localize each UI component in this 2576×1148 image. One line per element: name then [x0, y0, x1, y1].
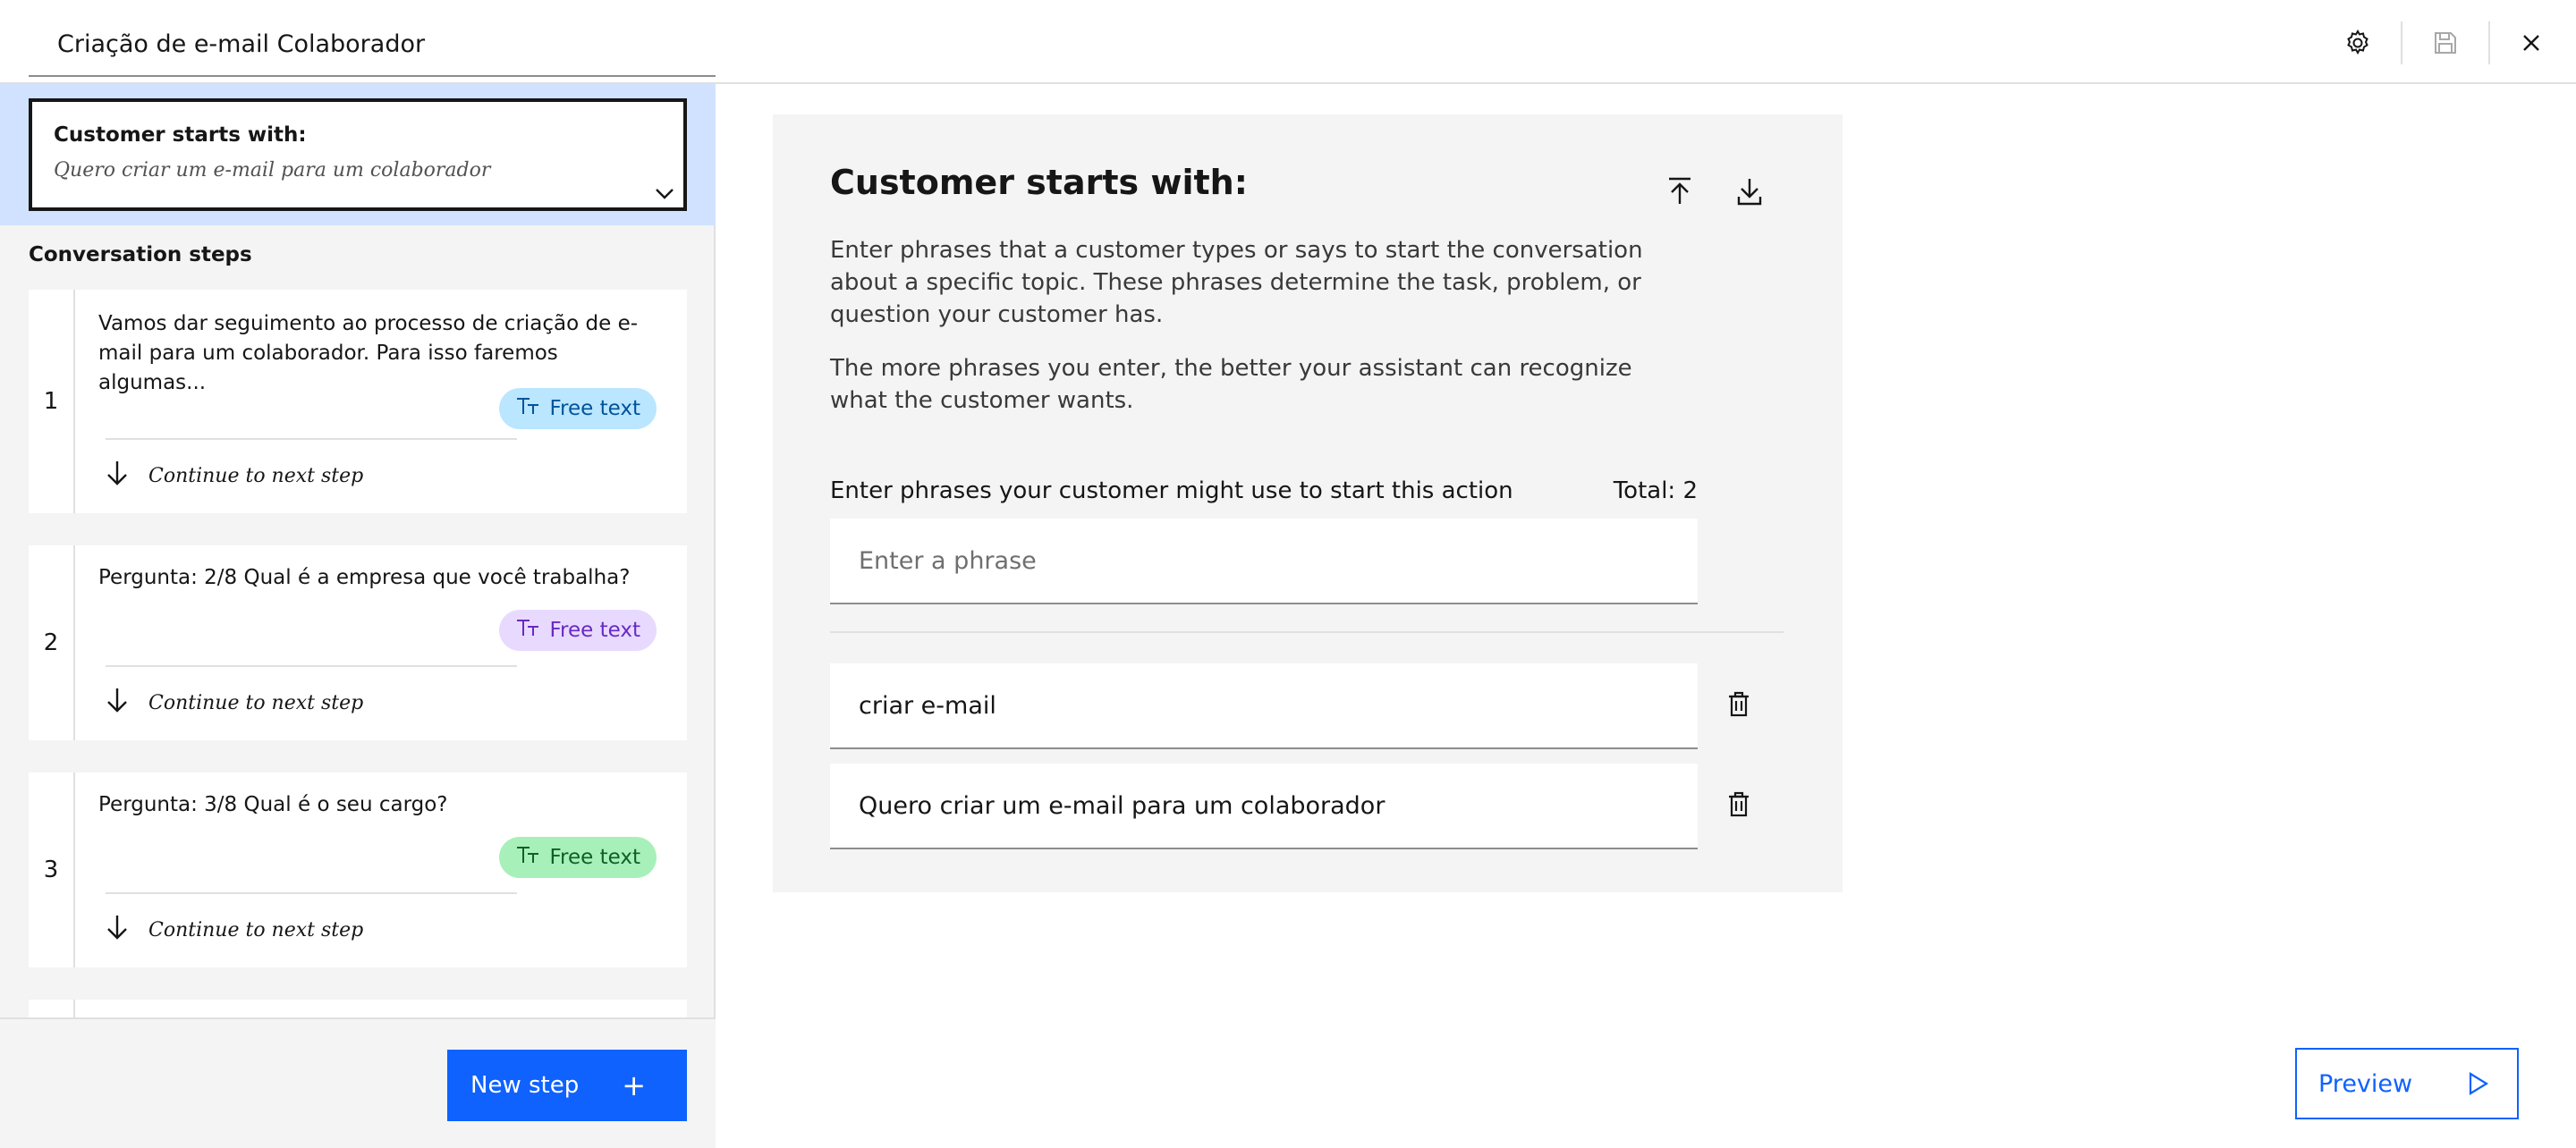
continue-next-step: Continue to next step	[106, 914, 363, 946]
play-icon	[2463, 1069, 2492, 1104]
top-bar: Criação de e-mail Colaborador	[0, 0, 2576, 84]
download-icon[interactable]	[1732, 173, 1767, 209]
arrow-down-icon	[106, 914, 129, 946]
tag-label: Free text	[549, 397, 640, 420]
plus-icon: +	[622, 1068, 646, 1102]
customer-starts-panel: Customer starts with: Enter phrases that…	[773, 114, 1843, 892]
close-icon[interactable]	[2506, 18, 2556, 68]
phrases-divider	[830, 631, 1784, 633]
text-type-icon	[515, 845, 540, 870]
conversation-steps-heading: Conversation steps	[29, 243, 252, 266]
phrase-field[interactable]: Quero criar um e-mail para um colaborado…	[830, 764, 1698, 849]
phrase-field[interactable]: criar e-mail	[830, 663, 1698, 749]
action-title-input[interactable]: Criação de e-mail Colaborador	[29, 13, 716, 77]
sidebar-footer: New step +	[0, 1017, 716, 1148]
header-divider	[2401, 21, 2402, 64]
continue-label: Continue to next step	[148, 464, 364, 487]
step-card-3[interactable]: 3 Pergunta: 3/8 Qual é o seu cargo? Free…	[29, 772, 687, 967]
step-text: Pergunta: 2/8 Qual é a empresa que você …	[98, 566, 631, 589]
new-step-label: New step	[470, 1072, 580, 1099]
text-type-icon	[515, 618, 540, 643]
step-number: 3	[29, 772, 75, 967]
steps-sidebar: Customer starts with: Quero criar um e-m…	[0, 84, 716, 1148]
chevron-down-icon[interactable]	[653, 184, 676, 206]
phrases-label: Enter phrases your customer might use to…	[830, 477, 1513, 504]
step-card-1[interactable]: 1 Vamos dar seguimento ao processo de cr…	[29, 290, 687, 513]
arrow-down-icon	[106, 687, 129, 719]
continue-label: Continue to next step	[148, 691, 364, 714]
steps-list: 1 Vamos dar seguimento ao processo de cr…	[29, 290, 687, 1102]
trash-icon[interactable]	[1724, 690, 1753, 719]
arrow-down-icon	[106, 460, 129, 492]
free-text-tag: Free text	[499, 388, 657, 429]
panel-title: Customer starts with:	[830, 163, 1248, 202]
customer-starts-block: Customer starts with: Quero criar um e-m…	[0, 84, 716, 225]
customer-starts-card[interactable]: Customer starts with: Quero criar um e-m…	[29, 98, 687, 211]
preview-button[interactable]: Preview	[2295, 1048, 2519, 1119]
step-number: 2	[29, 545, 75, 740]
free-text-tag: Free text	[499, 837, 657, 878]
step-divider	[106, 438, 517, 440]
continue-next-step: Continue to next step	[106, 460, 363, 492]
continue-label: Continue to next step	[148, 918, 364, 941]
step-text: Vamos dar seguimento ao processo de cria…	[98, 312, 639, 394]
gear-icon[interactable]	[2333, 18, 2383, 68]
phrase-input[interactable]: Enter a phrase	[830, 519, 1698, 604]
step-card-2[interactable]: 2 Pergunta: 2/8 Qual é a empresa que voc…	[29, 545, 687, 740]
phrases-total: Total: 2	[1613, 477, 1698, 504]
step-divider	[106, 892, 517, 894]
tag-label: Free text	[549, 846, 640, 869]
preview-label: Preview	[2318, 1069, 2413, 1098]
customer-starts-title: Customer starts with:	[54, 123, 307, 147]
step-divider	[106, 665, 517, 667]
save-icon[interactable]	[2420, 18, 2470, 68]
step-number: 1	[29, 290, 75, 513]
free-text-tag: Free text	[499, 610, 657, 651]
customer-starts-example: Quero criar um e-mail para um colaborado…	[54, 159, 491, 181]
step-text: Pergunta: 3/8 Qual é o seu cargo?	[98, 793, 448, 816]
upload-icon[interactable]	[1662, 173, 1698, 209]
header-divider	[2488, 21, 2490, 64]
tag-label: Free text	[549, 619, 640, 642]
text-type-icon	[515, 396, 540, 421]
panel-hint: The more phrases you enter, the better y…	[830, 355, 1632, 414]
new-step-button[interactable]: New step +	[447, 1050, 687, 1121]
continue-next-step: Continue to next step	[106, 687, 363, 719]
trash-icon[interactable]	[1724, 790, 1753, 819]
panel-description: Enter phrases that a customer types or s…	[830, 237, 1643, 328]
